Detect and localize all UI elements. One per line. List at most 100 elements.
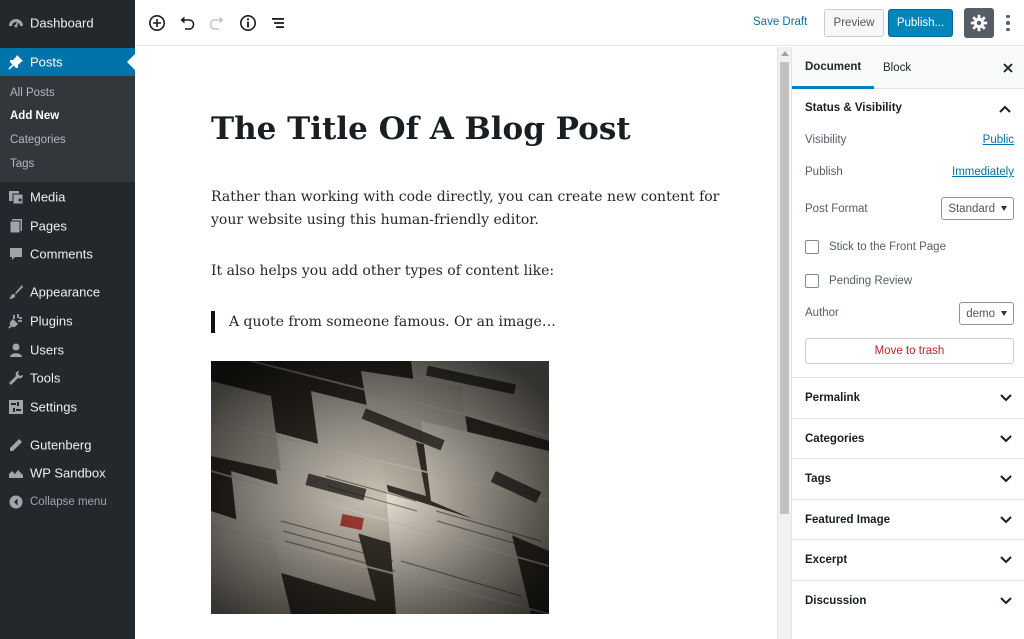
panel-categories[interactable]: Categories (792, 418, 1024, 459)
publish-label: Publish (805, 166, 843, 178)
wrench-icon (8, 370, 24, 386)
menu-item-plugins[interactable]: Plugins (0, 307, 135, 335)
panel-excerpt[interactable]: Excerpt (792, 539, 1024, 580)
panel-title: Excerpt (805, 554, 848, 566)
plug-icon (8, 313, 24, 329)
menu-item-dashboard[interactable]: Dashboard (0, 9, 135, 37)
menu-item-posts[interactable]: Posts (0, 48, 135, 76)
panel-title: Tags (805, 473, 831, 485)
menu-item-gutenberg[interactable]: Gutenberg (0, 431, 135, 459)
paragraph-block-line-1[interactable]: Rather than working with code directly, … (211, 186, 719, 209)
chevron-down-icon (999, 594, 1013, 608)
chevron-down-icon (1001, 311, 1007, 316)
settings-icon (8, 399, 24, 415)
publish-date-link[interactable]: Immediately (952, 166, 1014, 178)
outline-icon[interactable] (266, 11, 290, 35)
author-label: Author (805, 307, 839, 319)
post-format-select[interactable]: Standard (941, 197, 1014, 220)
menu-label-tools: Tools (30, 370, 61, 386)
menu-label-comments: Comments (30, 246, 93, 262)
media-icon (8, 189, 24, 205)
editor-scrollbar[interactable] (777, 47, 791, 639)
menu-item-appearance[interactable]: Appearance (0, 278, 135, 306)
menu-label-wp-sandbox: WP Sandbox (30, 465, 106, 481)
panel-discussion[interactable]: Discussion (792, 580, 1024, 639)
tab-document[interactable]: Document (792, 47, 875, 89)
post-format-label: Post Format (805, 203, 868, 215)
panel-tags[interactable]: Tags (792, 458, 1024, 499)
scrollbar-thumb[interactable] (780, 62, 789, 514)
menu-item-media[interactable]: Media (0, 183, 135, 211)
menu-label-posts: Posts (30, 54, 63, 70)
panel-title: Featured Image (805, 514, 890, 526)
chevron-down-icon (999, 432, 1013, 446)
chevron-down-icon (999, 553, 1013, 567)
quote-block[interactable]: A quote from someone famous. Or an image… (211, 311, 556, 333)
tab-block[interactable]: Block (870, 47, 924, 89)
settings-toggle-button[interactable] (964, 8, 994, 38)
author-value: demo (966, 307, 995, 320)
preview-button[interactable]: Preview (824, 9, 884, 37)
menu-item-pages[interactable]: Pages (0, 212, 135, 240)
author-select[interactable]: demo (959, 302, 1014, 325)
editor-toolbar: Save Draft Preview Publish... (135, 0, 1024, 46)
status-visibility-title[interactable]: Status & Visibility (805, 102, 902, 114)
chevron-down-icon (999, 391, 1013, 405)
sticky-checkbox[interactable] (805, 240, 819, 254)
more-vertical-icon[interactable] (1001, 11, 1015, 35)
chevron-up-icon[interactable] (998, 102, 1012, 116)
info-icon[interactable] (236, 11, 260, 35)
add-block-icon[interactable] (145, 11, 169, 35)
undo-icon[interactable] (175, 11, 199, 35)
chevron-down-icon (999, 472, 1013, 486)
scroll-up-arrow-icon[interactable] (781, 51, 789, 56)
pin-icon (8, 54, 24, 70)
menu-label-dashboard: Dashboard (30, 15, 94, 31)
post-format-value: Standard (948, 202, 995, 215)
dashboard-icon (8, 15, 24, 31)
pending-review-checkbox[interactable] (805, 274, 819, 288)
paragraph-block-2[interactable]: It also helps you add other types of con… (211, 260, 554, 283)
menu-label-plugins: Plugins (30, 313, 73, 329)
comments-icon (8, 246, 24, 262)
menu-item-settings[interactable]: Settings (0, 393, 135, 421)
pencil-icon (8, 437, 24, 453)
publish-button[interactable]: Publish... (888, 9, 953, 37)
sticky-label[interactable]: Stick to the Front Page (829, 241, 946, 253)
image-block[interactable] (211, 361, 549, 614)
newspaper-rack-image (211, 361, 549, 614)
brush-icon (8, 284, 24, 300)
submenu-all-posts[interactable]: All Posts (10, 87, 55, 99)
submenu-tags[interactable]: Tags (10, 158, 34, 170)
menu-item-comments[interactable]: Comments (0, 240, 135, 268)
chevron-down-icon (999, 513, 1013, 527)
submenu-categories[interactable]: Categories (10, 134, 66, 146)
panel-featured-image[interactable]: Featured Image (792, 499, 1024, 540)
pages-icon (8, 218, 24, 234)
settings-sidebar: Document Block Status & Visibility Visib… (791, 47, 1024, 639)
menu-item-users[interactable]: Users (0, 336, 135, 364)
menu-label-users: Users (30, 342, 64, 358)
panel-permalink[interactable]: Permalink (792, 377, 1024, 418)
chevron-down-icon (1001, 206, 1007, 211)
menu-label-pages: Pages (30, 218, 67, 234)
submenu-add-new[interactable]: Add New (10, 110, 59, 122)
cloud-icon (8, 465, 24, 481)
admin-menu: Dashboard Posts All Posts Add New Catego… (0, 0, 135, 639)
panel-title: Categories (805, 433, 865, 445)
pending-review-label[interactable]: Pending Review (829, 275, 912, 287)
visibility-link[interactable]: Public (983, 134, 1014, 146)
redo-icon[interactable] (205, 11, 229, 35)
gear-icon (970, 14, 988, 32)
close-icon[interactable] (1000, 60, 1016, 76)
move-to-trash-button[interactable]: Move to trash (805, 338, 1014, 364)
panel-title: Discussion (805, 595, 867, 607)
menu-item-wp-sandbox[interactable]: WP Sandbox (0, 459, 135, 487)
save-draft-button[interactable]: Save Draft (753, 16, 807, 28)
sidebar-tabs: Document Block (792, 47, 1024, 89)
paragraph-block-line-2[interactable]: your website using this human-friendly e… (211, 209, 539, 232)
collapse-menu-button[interactable]: Collapse menu (0, 488, 135, 516)
menu-label-settings: Settings (30, 399, 77, 415)
menu-item-tools[interactable]: Tools (0, 364, 135, 392)
post-title[interactable]: The Title Of A Blog Post (211, 111, 631, 147)
